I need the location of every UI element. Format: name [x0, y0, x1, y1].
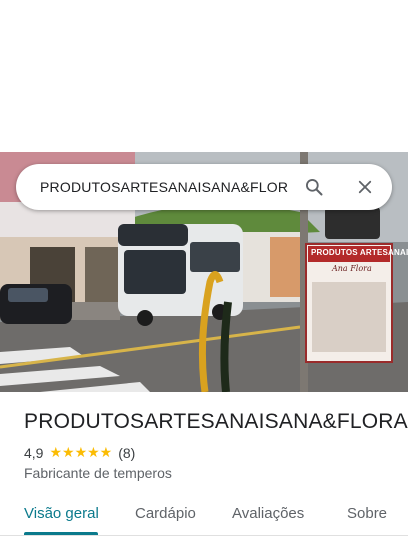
tab-menu[interactable]: Cardápio: [135, 505, 196, 522]
place-title: PRODUTOSARTESANAISANA&FLORA: [24, 410, 408, 433]
rating-row[interactable]: 4,9 ★★★★★ (8): [24, 444, 135, 461]
sign-subtitle-text: Ana Flora: [332, 264, 372, 273]
star-rating-icon: ★★★★★: [49, 444, 113, 460]
tab-reviews[interactable]: Avaliações: [232, 505, 304, 522]
search-input[interactable]: PRODUTOSARTESANAISANA&FLOR: [40, 179, 290, 195]
tab-about[interactable]: Sobre: [347, 505, 387, 522]
search-icon[interactable]: [302, 175, 326, 199]
tab-bar: Visão geral Cardápio Avaliações Sobre: [0, 494, 408, 536]
search-bar[interactable]: PRODUTOSARTESANAISANA&FLOR: [16, 164, 392, 210]
tab-divider: [0, 535, 408, 536]
tab-overview[interactable]: Visão geral: [24, 505, 99, 522]
place-category[interactable]: Fabricante de temperos: [24, 465, 172, 481]
review-count[interactable]: (8): [118, 445, 135, 461]
close-icon[interactable]: [353, 175, 377, 199]
sign-title-text: PRODUTOS ARTESANAIS: [311, 248, 408, 257]
rating-value: 4,9: [24, 444, 44, 461]
